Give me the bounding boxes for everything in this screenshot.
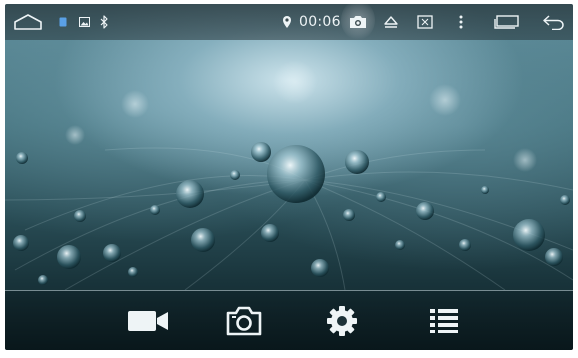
camera-icon[interactable] (219, 291, 269, 350)
bluetooth-icon (97, 4, 111, 40)
more-icon[interactable] (453, 4, 469, 40)
camera-icon[interactable] (345, 4, 371, 40)
wallpaper (5, 60, 573, 290)
back-icon[interactable] (539, 4, 569, 40)
device-frame: 00:06 (0, 0, 578, 358)
eject-icon[interactable] (379, 4, 403, 40)
sim-icon (57, 4, 69, 40)
video-camera-icon[interactable] (123, 291, 173, 350)
recent-apps-icon[interactable] (491, 4, 523, 40)
status-bar: 00:06 (5, 4, 573, 40)
screen: 00:06 (5, 4, 573, 350)
location-icon (280, 4, 294, 40)
screenshot-icon[interactable] (413, 4, 437, 40)
bottom-bar (5, 291, 573, 350)
settings-icon[interactable] (317, 291, 367, 350)
gallery-icon (77, 4, 91, 40)
home-icon[interactable] (11, 4, 45, 40)
clock: 00:06 (299, 14, 341, 30)
list-icon[interactable] (419, 291, 469, 350)
